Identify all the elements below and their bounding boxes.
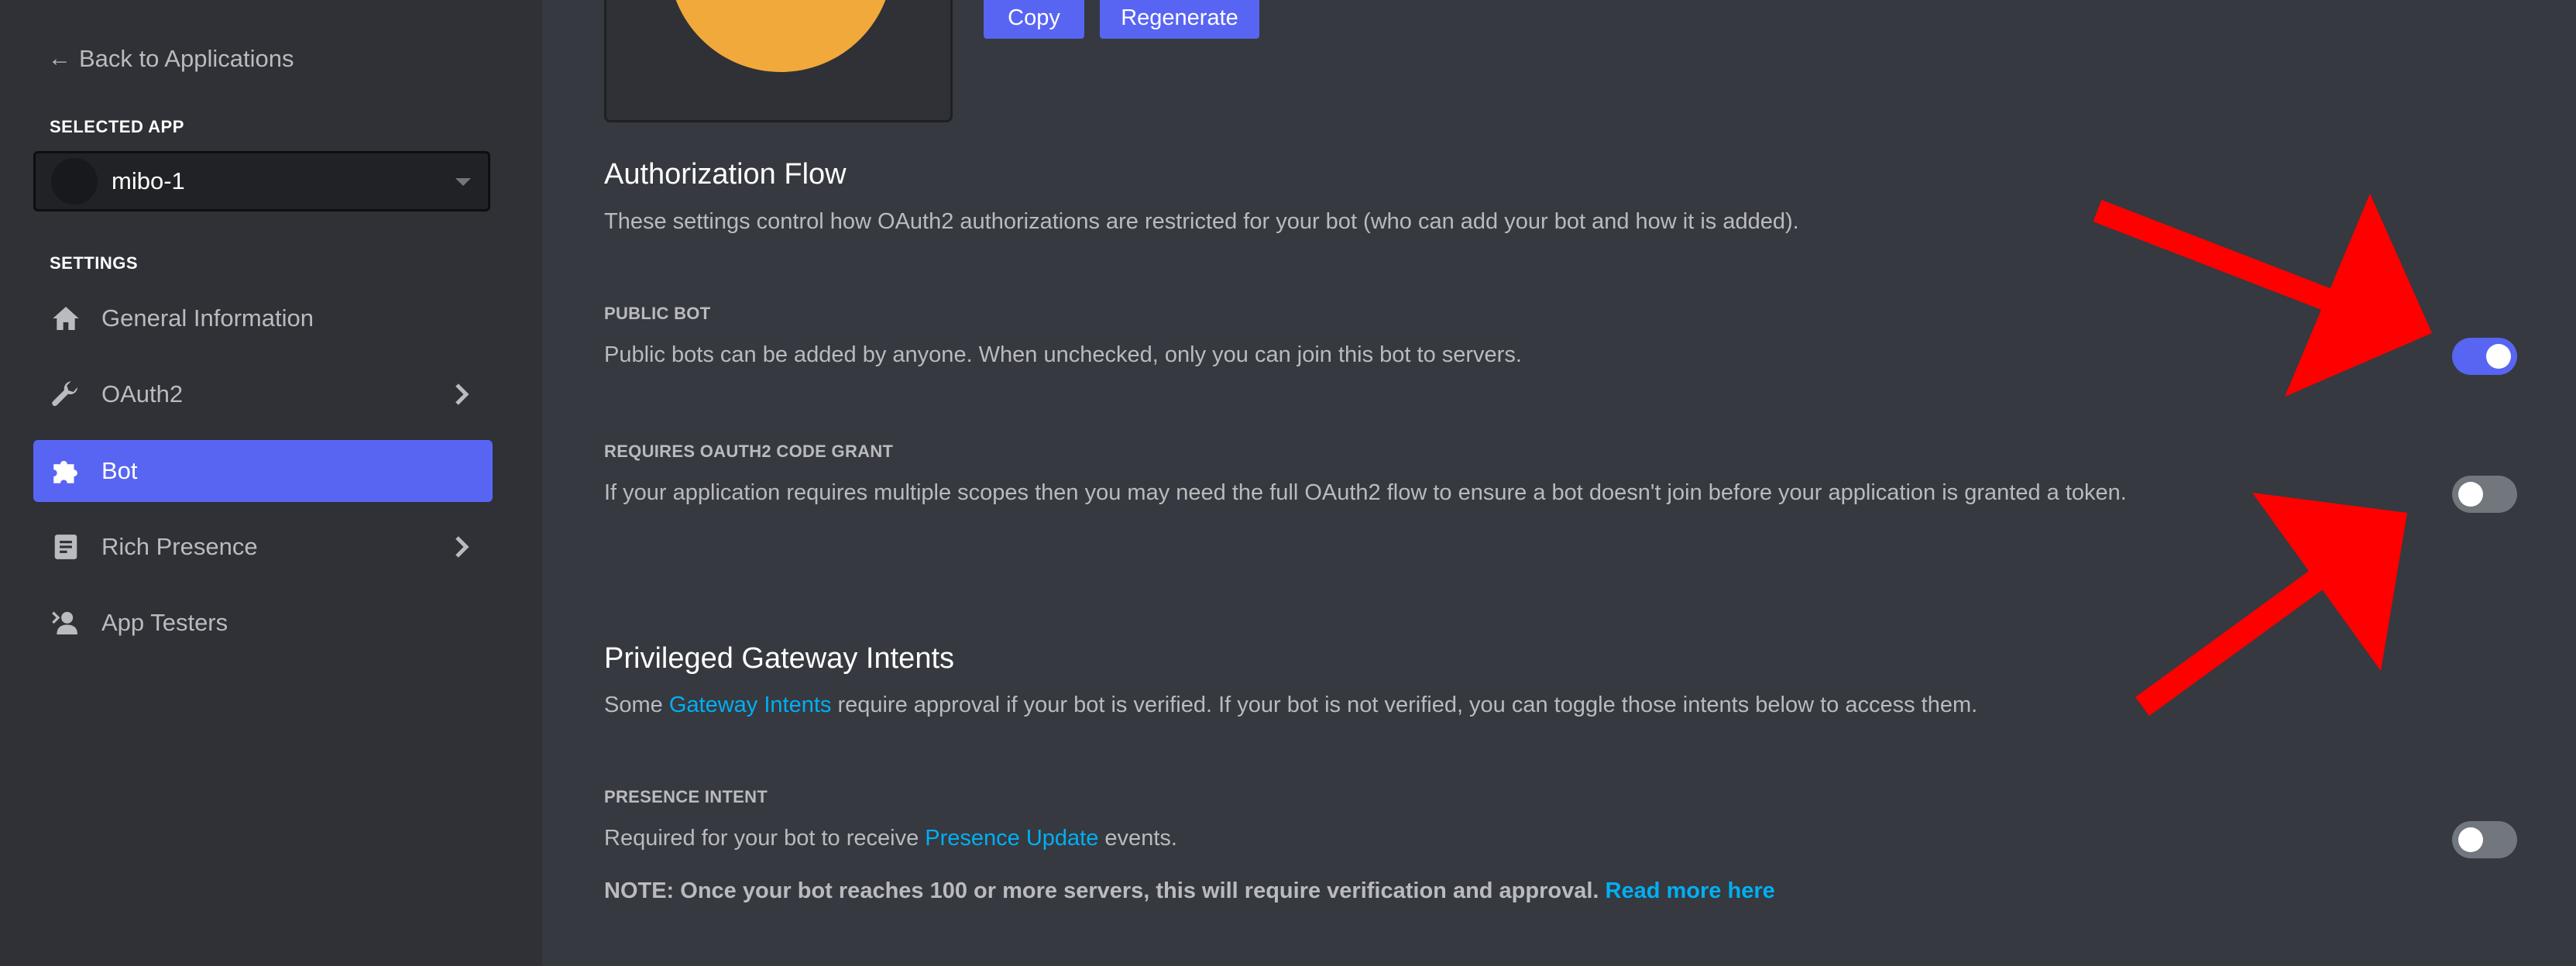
presence-update-link[interactable]: Presence Update [925,826,1098,851]
privileged-intents-description: Some Gateway Intents require approval if… [604,693,1977,718]
presence-intent-label: PRESENCE INTENT [604,787,768,806]
sidebar-item-label: General Information [101,304,314,332]
sidebar-item-general-information[interactable]: General Information [33,287,493,349]
copy-button[interactable]: Copy [984,0,1084,39]
arrow-left-icon: ← [48,46,71,71]
presence-desc-prefix: Required for your bot to receive [604,826,926,851]
presence-desc-suffix: events. [1098,826,1177,851]
sidebar-item-label: Bot [101,457,138,484]
app-avatar [51,158,98,205]
presence-intent-description: Required for your bot to receive Presenc… [604,826,1177,851]
selected-app-heading: SELECTED APP [50,117,184,136]
privileged-intents-title: Privileged Gateway Intents [604,642,955,675]
sidebar-item-oauth2[interactable]: OAuth2 [33,363,493,425]
intents-desc-prefix: Some [604,693,669,717]
app-icon-preview[interactable] [604,0,953,122]
code-grant-description: If your application requires multiple sc… [604,480,2127,505]
presence-intent-note: NOTE: Once your bot reaches 100 or more … [604,878,1775,904]
user-icon [47,604,84,641]
gateway-intents-link[interactable]: Gateway Intents [669,693,832,717]
public-bot-description: Public bots can be added by anyone. When… [604,342,1522,367]
back-label: Back to Applications [79,45,294,72]
annotation-arrow-code-grant [2135,493,2407,717]
code-grant-toggle[interactable] [2452,476,2517,513]
annotation-arrow-public-bot [2093,194,2432,397]
app-name: mibo-1 [112,167,185,194]
public-bot-toggle[interactable] [2452,338,2517,375]
authorization-flow-description: These settings control how OAuth2 author… [604,209,1799,234]
sidebar-item-label: OAuth2 [101,380,184,407]
chevron-right-icon [451,535,472,563]
toggle-knob [2458,482,2483,507]
sidebar-item-label: Rich Presence [101,533,258,560]
toggle-knob [2458,827,2483,852]
wrench-icon [47,376,84,413]
chevron-right-icon [451,382,472,411]
sidebar-item-label: App Testers [101,609,228,636]
toggle-knob [2486,344,2511,369]
presence-intent-toggle[interactable] [2452,821,2517,858]
caret-down-icon [455,178,471,186]
code-grant-label: REQUIRES OAUTH2 CODE GRANT [604,442,894,461]
home-icon [47,300,84,337]
app-selector[interactable]: mibo-1 [33,151,490,211]
app-icon-image [668,0,893,72]
sidebar-item-rich-presence[interactable]: Rich Presence [33,516,493,578]
sidebar: ← Back to Applications SELECTED APP mibo… [0,0,542,966]
puzzle-icon [47,452,84,490]
document-icon [47,528,84,566]
intents-desc-suffix: require approval if your bot is verified… [831,693,1978,717]
sidebar-item-bot[interactable]: Bot [33,440,493,502]
sidebar-item-app-testers[interactable]: App Testers [33,592,493,654]
read-more-link[interactable]: Read more here [1606,878,1775,903]
note-text: NOTE: Once your bot reaches 100 or more … [604,878,1599,903]
regenerate-button[interactable]: Regenerate [1100,0,1259,39]
back-to-applications-link[interactable]: ← Back to Applications [48,45,294,73]
settings-heading: SETTINGS [50,253,139,273]
public-bot-label: PUBLIC BOT [604,304,711,323]
authorization-flow-title: Authorization Flow [604,158,847,191]
